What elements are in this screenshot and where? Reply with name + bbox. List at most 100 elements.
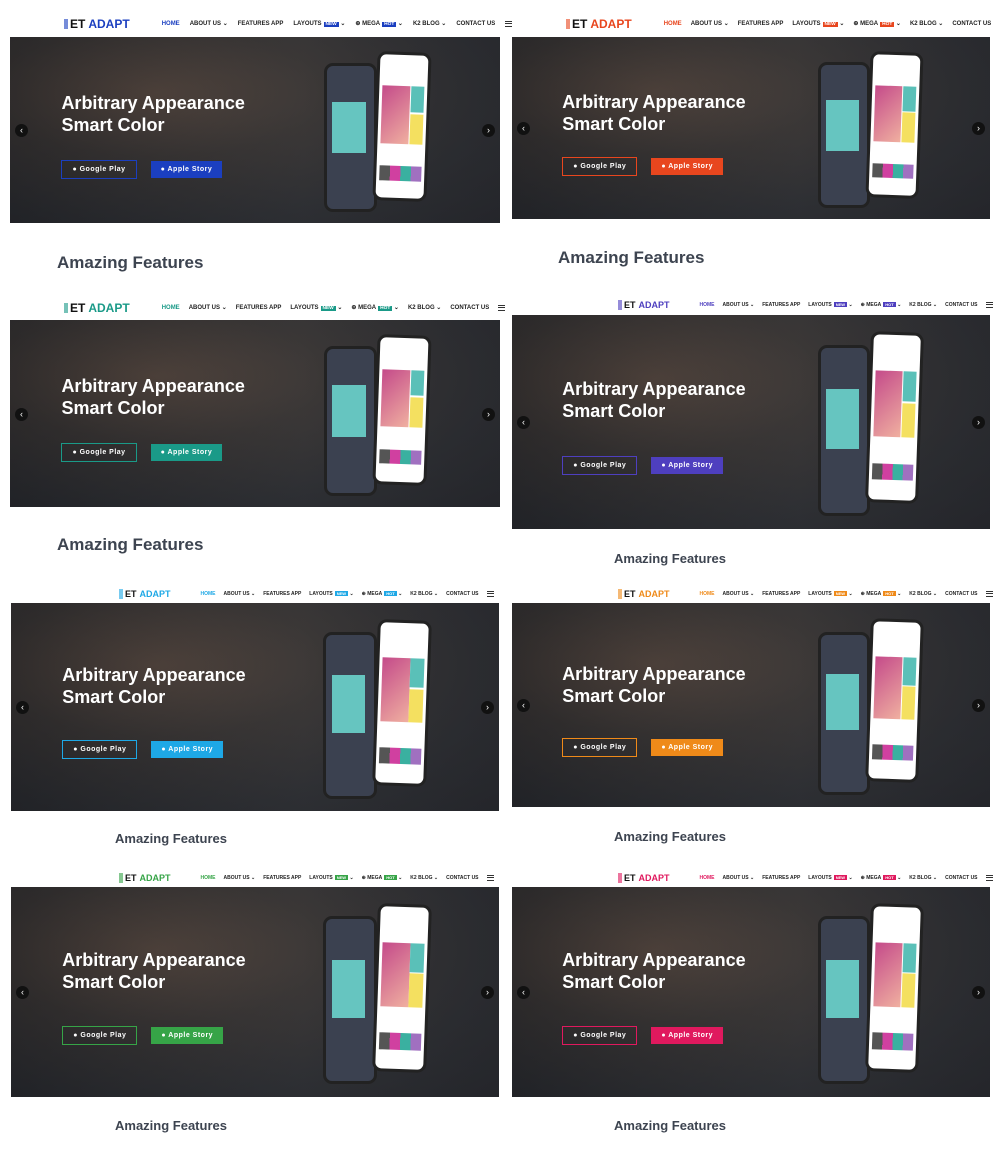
google-play-button[interactable]: ● Google Play xyxy=(61,443,137,463)
nav-contact[interactable]: CONTACT US xyxy=(945,875,977,881)
nav-features[interactable]: FEATURES APP xyxy=(263,875,301,881)
nav-blog[interactable]: K2 BLOG ⌄ xyxy=(410,591,438,597)
nav-features[interactable]: FEATURES APP xyxy=(738,21,784,27)
nav-layouts[interactable]: LAYOUTS NEW ⌄ xyxy=(309,874,354,881)
logo[interactable]: ET ADAPT xyxy=(119,589,171,599)
apple-store-button[interactable]: ● Apple Story xyxy=(151,1026,224,1044)
nav-mega[interactable]: ⊕ MEGA HOT ⌄ xyxy=(861,874,901,881)
nav-about[interactable]: ABOUT US ⌄ xyxy=(190,20,228,27)
nav-blog[interactable]: K2 BLOG ⌄ xyxy=(413,20,446,27)
google-play-button[interactable]: ● Google Play xyxy=(562,737,638,757)
google-play-button[interactable]: ● Google Play xyxy=(562,456,638,476)
nav-mega[interactable]: ⊕ MEGA HOT ⌄ xyxy=(853,20,901,27)
nav-about[interactable]: ABOUT US ⌄ xyxy=(691,20,729,27)
hamburger-icon[interactable] xyxy=(486,591,494,597)
prev-slide-arrow-icon[interactable]: ‹ xyxy=(517,122,530,135)
prev-slide-arrow-icon[interactable]: ‹ xyxy=(15,407,28,421)
nav-contact[interactable]: CONTACT US xyxy=(945,591,977,597)
nav-blog[interactable]: K2 BLOG ⌄ xyxy=(410,875,438,881)
logo[interactable]: ET ADAPT xyxy=(64,17,130,31)
nav-features[interactable]: FEATURES APP xyxy=(762,875,800,881)
apple-store-button[interactable]: ● Apple Story xyxy=(150,160,223,178)
logo[interactable]: ET ADAPT xyxy=(64,301,130,315)
nav-contact[interactable]: CONTACT US xyxy=(446,591,478,597)
next-slide-arrow-icon[interactable]: › xyxy=(482,124,495,137)
logo[interactable]: ET ADAPT xyxy=(119,872,171,883)
apple-store-button[interactable]: ● Apple Story xyxy=(651,1026,724,1044)
nav-blog[interactable]: K2 BLOG ⌄ xyxy=(910,20,943,27)
nav-features[interactable]: FEATURES APP xyxy=(263,591,301,597)
nav-features[interactable]: FEATURES APP xyxy=(238,21,284,27)
nav-about[interactable]: ABOUT US ⌄ xyxy=(723,302,755,308)
nav-home[interactable]: HOME xyxy=(201,591,216,597)
nav-blog[interactable]: K2 BLOG ⌄ xyxy=(408,304,441,311)
google-play-button[interactable]: ● Google Play xyxy=(62,740,138,760)
nav-layouts[interactable]: LAYOUTS NEW ⌄ xyxy=(293,20,345,27)
apple-store-button[interactable]: ● Apple Story xyxy=(150,444,223,462)
next-slide-arrow-icon[interactable]: › xyxy=(482,407,495,421)
nav-layouts[interactable]: LAYOUTS NEW ⌄ xyxy=(808,874,853,881)
nav-home[interactable]: HOME xyxy=(664,21,682,27)
next-slide-arrow-icon[interactable]: › xyxy=(972,122,985,135)
apple-store-button[interactable]: ● Apple Story xyxy=(651,158,724,176)
nav-home[interactable]: HOME xyxy=(201,875,216,881)
prev-slide-arrow-icon[interactable]: ‹ xyxy=(16,986,29,999)
apple-store-button[interactable]: ● Apple Story xyxy=(651,457,724,475)
nav-about[interactable]: ABOUT US ⌄ xyxy=(723,591,755,597)
prev-slide-arrow-icon[interactable]: ‹ xyxy=(517,699,530,712)
next-slide-arrow-icon[interactable]: › xyxy=(972,986,985,999)
nav-mega[interactable]: ⊕ MEGA HOT ⌄ xyxy=(355,20,403,27)
nav-contact[interactable]: CONTACT US xyxy=(446,875,478,881)
nav-mega[interactable]: ⊕ MEGA HOT ⌄ xyxy=(351,304,399,311)
nav-about[interactable]: ABOUT US ⌄ xyxy=(189,304,227,311)
nav-layouts[interactable]: LAYOUTS NEW ⌄ xyxy=(808,302,853,308)
nav-mega[interactable]: ⊕ MEGA HOT ⌄ xyxy=(362,591,402,597)
hamburger-icon[interactable] xyxy=(486,874,494,881)
nav-contact[interactable]: CONTACT US xyxy=(952,21,991,27)
hamburger-icon[interactable] xyxy=(985,874,993,881)
next-slide-arrow-icon[interactable]: › xyxy=(481,701,494,714)
nav-features[interactable]: FEATURES APP xyxy=(762,591,800,597)
nav-features[interactable]: FEATURES APP xyxy=(762,302,800,308)
logo[interactable]: ET ADAPT xyxy=(618,300,670,310)
prev-slide-arrow-icon[interactable]: ‹ xyxy=(517,416,530,429)
nav-contact[interactable]: CONTACT US xyxy=(456,21,495,27)
nav-layouts[interactable]: LAYOUTS NEW ⌄ xyxy=(290,304,342,311)
nav-features[interactable]: FEATURES APP xyxy=(236,305,282,311)
logo[interactable]: ET ADAPT xyxy=(618,872,670,883)
nav-about[interactable]: ABOUT US ⌄ xyxy=(224,875,256,881)
next-slide-arrow-icon[interactable]: › xyxy=(972,699,985,712)
prev-slide-arrow-icon[interactable]: ‹ xyxy=(16,701,29,714)
logo[interactable]: ET ADAPT xyxy=(618,589,670,599)
hamburger-icon[interactable] xyxy=(985,591,993,597)
nav-home[interactable]: HOME xyxy=(162,305,180,311)
prev-slide-arrow-icon[interactable]: ‹ xyxy=(517,986,530,999)
nav-home[interactable]: HOME xyxy=(700,302,715,308)
nav-contact[interactable]: CONTACT US xyxy=(450,305,489,311)
nav-home[interactable]: HOME xyxy=(700,875,715,881)
google-play-button[interactable]: ● Google Play xyxy=(562,157,638,177)
nav-layouts[interactable]: LAYOUTS NEW ⌄ xyxy=(309,591,354,597)
nav-mega[interactable]: ⊕ MEGA HOT ⌄ xyxy=(362,874,402,881)
nav-blog[interactable]: K2 BLOG ⌄ xyxy=(909,302,937,308)
apple-store-button[interactable]: ● Apple Story xyxy=(651,738,724,756)
nav-mega[interactable]: ⊕ MEGA HOT ⌄ xyxy=(861,302,901,308)
nav-contact[interactable]: CONTACT US xyxy=(945,302,977,308)
nav-blog[interactable]: K2 BLOG ⌄ xyxy=(909,875,937,881)
apple-store-button[interactable]: ● Apple Story xyxy=(151,741,224,759)
nav-blog[interactable]: K2 BLOG ⌄ xyxy=(909,591,937,597)
prev-slide-arrow-icon[interactable]: ‹ xyxy=(15,124,28,137)
google-play-button[interactable]: ● Google Play xyxy=(61,159,137,179)
nav-home[interactable]: HOME xyxy=(162,21,180,27)
nav-layouts[interactable]: LAYOUTS NEW ⌄ xyxy=(808,591,853,597)
next-slide-arrow-icon[interactable]: › xyxy=(972,416,985,429)
google-play-button[interactable]: ● Google Play xyxy=(562,1025,638,1045)
google-play-button[interactable]: ● Google Play xyxy=(62,1025,138,1045)
logo[interactable]: ET ADAPT xyxy=(566,17,632,31)
nav-about[interactable]: ABOUT US ⌄ xyxy=(723,875,755,881)
nav-about[interactable]: ABOUT US ⌄ xyxy=(224,591,256,597)
nav-layouts[interactable]: LAYOUTS NEW ⌄ xyxy=(792,20,844,27)
next-slide-arrow-icon[interactable]: › xyxy=(481,986,494,999)
hamburger-icon[interactable] xyxy=(985,302,993,308)
nav-mega[interactable]: ⊕ MEGA HOT ⌄ xyxy=(861,591,901,597)
